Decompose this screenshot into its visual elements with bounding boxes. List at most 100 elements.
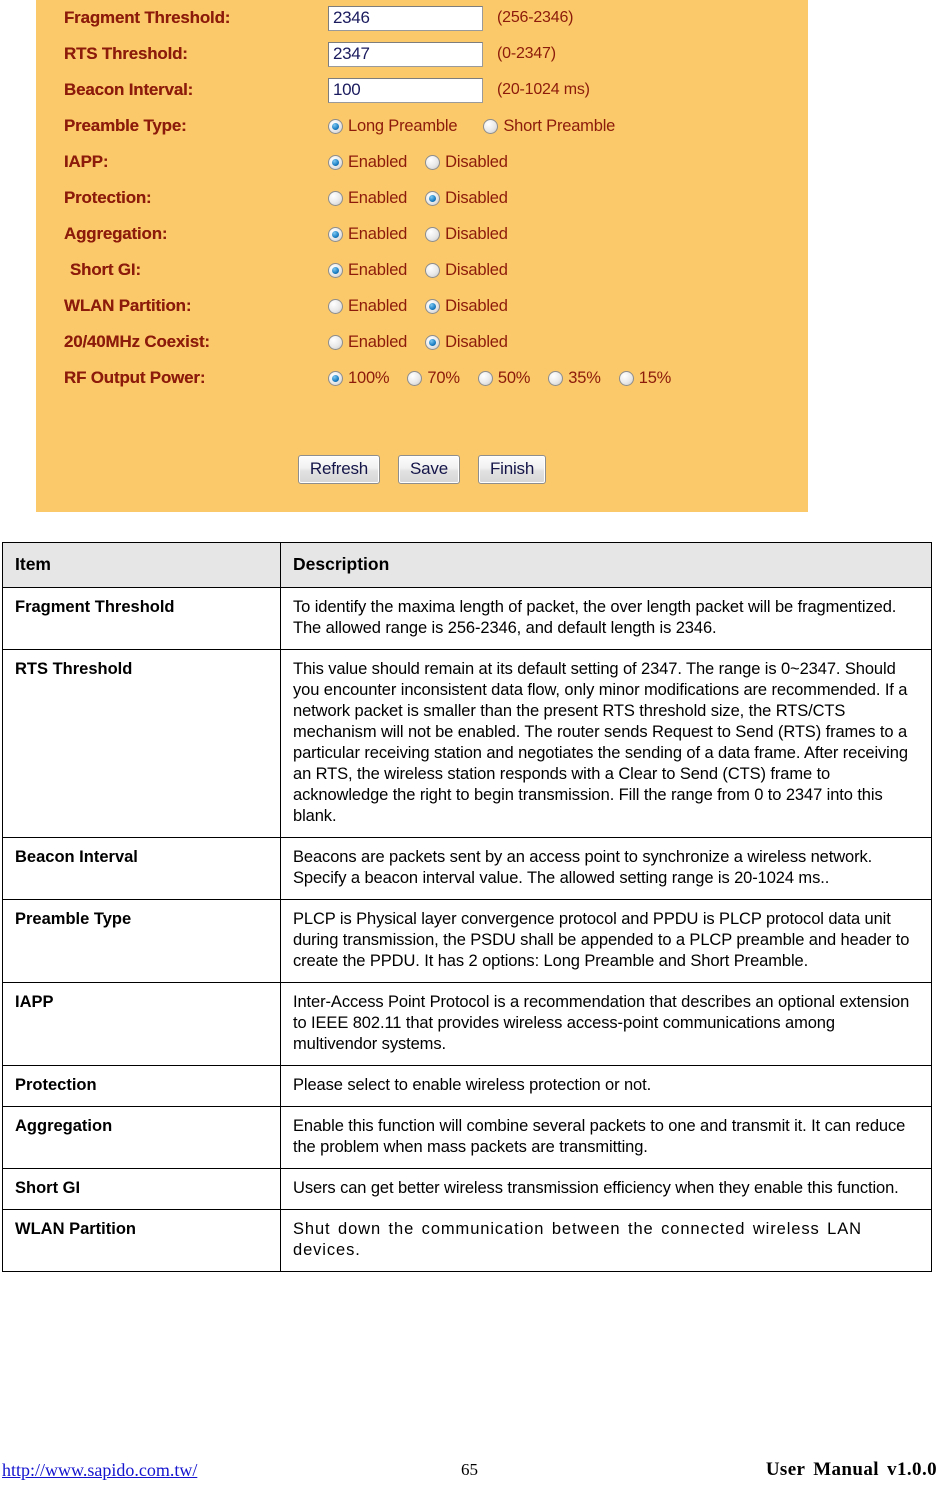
- form-row: RTS Threshold: (0-2347): [36, 36, 808, 72]
- form-row: Fragment Threshold: (256-2346): [36, 0, 808, 36]
- field-control: (20-1024 ms): [328, 77, 808, 103]
- radio-group: Enabled Disabled: [328, 261, 526, 280]
- radio-option[interactable]: Disabled: [425, 333, 508, 352]
- radio-option[interactable]: 100%: [328, 369, 390, 388]
- text-input[interactable]: [328, 77, 483, 103]
- radio-option[interactable]: Enabled: [328, 153, 407, 172]
- radio-unselected-icon[interactable]: [483, 118, 499, 134]
- table-body: Fragment Threshold To identify the maxima…: [2, 587, 932, 1272]
- radio-unselected-icon[interactable]: [425, 226, 441, 242]
- radio-option[interactable]: Short Preamble: [483, 117, 615, 136]
- radio-option[interactable]: Disabled: [425, 297, 508, 316]
- radio-group: Long Preamble Short Preamble: [328, 117, 641, 136]
- range-hint: (0-2347): [497, 45, 556, 62]
- item-description-table: Item Description Fragment Threshold To id…: [2, 542, 932, 1272]
- radio-group: Enabled Disabled: [328, 333, 526, 352]
- refresh-button[interactable]: Refresh: [297, 455, 380, 484]
- radio-group: Enabled Disabled: [328, 189, 526, 208]
- form-row: Aggregation: Enabled Disabled: [36, 216, 808, 252]
- radio-selected-icon[interactable]: [425, 334, 441, 350]
- range-hint: (20-1024 ms): [497, 81, 590, 98]
- table-cell-item: Fragment Threshold: [2, 587, 281, 650]
- page-footer: http://www.sapido.com.tw/ 65 User Manual…: [0, 1455, 939, 1485]
- field-label: Beacon Interval:: [64, 80, 194, 99]
- form-row: Beacon Interval: (20-1024 ms): [36, 72, 808, 108]
- radio-option-label: 35%: [568, 368, 601, 387]
- radio-option[interactable]: Enabled: [328, 225, 407, 244]
- radio-option-label: Enabled: [348, 188, 408, 207]
- table-row: Fragment Threshold To identify the maxima…: [2, 587, 932, 650]
- radio-unselected-icon[interactable]: [328, 190, 343, 206]
- settings-form: Fragment Threshold: (256-2346) RTS Thresho…: [36, 0, 808, 396]
- field-control: Enabled Disabled: [328, 189, 808, 208]
- radio-option[interactable]: Enabled: [328, 333, 407, 352]
- table-cell-description: Users can get better wireless transmissi…: [280, 1168, 932, 1210]
- radio-unselected-icon[interactable]: [548, 370, 564, 386]
- field-control: Enabled Disabled: [328, 225, 808, 244]
- radio-option-label: Enabled: [348, 260, 408, 279]
- wireless-advanced-settings-panel: Fragment Threshold: (256-2346) RTS Thresho…: [36, 0, 808, 512]
- radio-option-label: Disabled: [445, 296, 508, 315]
- radio-option-label: 15%: [638, 368, 672, 387]
- radio-option[interactable]: Disabled: [425, 261, 508, 280]
- field-label: 20/40MHz Coexist:: [64, 332, 210, 351]
- field-control: Enabled Disabled: [328, 333, 808, 352]
- radio-selected-icon[interactable]: [328, 370, 343, 386]
- table-cell-item: Protection: [2, 1065, 281, 1107]
- radio-selected-icon[interactable]: [328, 118, 343, 134]
- radio-unselected-icon[interactable]: [328, 334, 343, 350]
- field-label-wrapper: 20/40MHz Coexist:: [36, 332, 328, 352]
- radio-selected-icon[interactable]: [328, 154, 343, 170]
- radio-option[interactable]: Disabled: [425, 225, 508, 244]
- table-cell-description: Shut down the communication between the …: [280, 1209, 932, 1272]
- column-header-item: Item: [2, 542, 281, 588]
- table-cell-item: Aggregation: [2, 1106, 281, 1169]
- save-button[interactable]: Save: [398, 455, 460, 484]
- field-control: 100% 70% 50% 35% 15%: [328, 369, 808, 388]
- text-input[interactable]: [328, 5, 483, 31]
- radio-group: 100% 70% 50% 35% 15%: [328, 369, 689, 388]
- field-control: (256-2346): [328, 5, 808, 31]
- radio-option[interactable]: 15%: [618, 368, 672, 388]
- table-row: RTS Threshold This value should remain at…: [2, 649, 932, 838]
- column-header-description: Description: [280, 542, 932, 588]
- table-cell-description: Beacons are packets sent by an access po…: [280, 837, 932, 900]
- radio-unselected-icon[interactable]: [618, 370, 634, 386]
- radio-option[interactable]: Disabled: [425, 189, 508, 208]
- radio-option[interactable]: Disabled: [425, 153, 508, 172]
- table-cell-description: Please select to enable wireless protect…: [280, 1065, 932, 1107]
- form-row: 20/40MHz Coexist: Enabled Disabled: [36, 324, 808, 360]
- field-label: IAPP:: [64, 152, 109, 171]
- table-header-row: Item Description: [2, 542, 932, 588]
- radio-unselected-icon[interactable]: [407, 370, 423, 386]
- radio-option-label: Disabled: [445, 224, 508, 243]
- radio-option-label: Disabled: [445, 152, 508, 171]
- finish-button[interactable]: Finish: [477, 455, 547, 484]
- radio-selected-icon[interactable]: [328, 226, 343, 242]
- radio-unselected-icon[interactable]: [425, 262, 441, 278]
- radio-option-label: Enabled: [348, 332, 408, 351]
- radio-option-label: 70%: [427, 368, 460, 387]
- field-label: Short GI:: [70, 260, 141, 279]
- radio-option[interactable]: Enabled: [328, 297, 407, 316]
- radio-option[interactable]: 50%: [477, 369, 530, 388]
- radio-unselected-icon[interactable]: [477, 370, 493, 386]
- table-row: IAPP Inter-Access Point Protocol is a rec…: [2, 982, 932, 1066]
- radio-selected-icon[interactable]: [425, 190, 441, 206]
- text-input[interactable]: [328, 41, 483, 67]
- table-cell-description: Inter-Access Point Protocol is a recomme…: [280, 982, 932, 1066]
- table-row: WLAN Partition Shut down the communicatio…: [2, 1209, 932, 1272]
- radio-selected-icon[interactable]: [328, 262, 343, 278]
- radio-option[interactable]: Long Preamble: [328, 117, 458, 136]
- radio-option[interactable]: Enabled: [328, 261, 407, 280]
- field-label-wrapper: Fragment Threshold:: [36, 8, 328, 28]
- radio-unselected-icon[interactable]: [328, 298, 343, 314]
- radio-option[interactable]: 70%: [407, 368, 460, 388]
- field-control: Enabled Disabled: [328, 261, 808, 280]
- radio-option[interactable]: Enabled: [328, 189, 407, 208]
- radio-selected-icon[interactable]: [425, 298, 441, 314]
- radio-unselected-icon[interactable]: [425, 154, 441, 170]
- radio-option[interactable]: 35%: [548, 368, 601, 388]
- field-label: Fragment Threshold:: [64, 8, 231, 27]
- field-label: Preamble Type:: [64, 116, 187, 135]
